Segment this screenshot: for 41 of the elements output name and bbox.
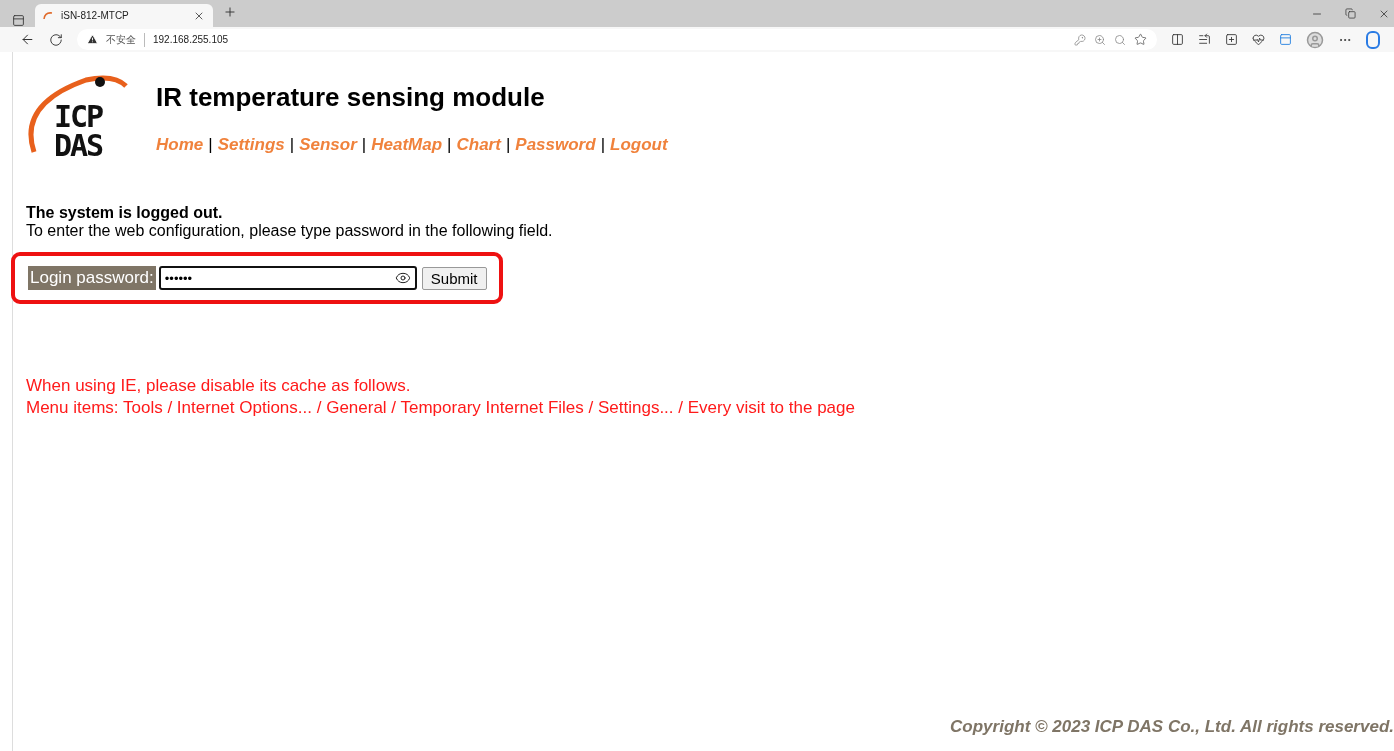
favicon-icon xyxy=(43,10,53,21)
status-heading: The system is logged out. xyxy=(26,204,224,222)
reload-icon[interactable] xyxy=(49,32,63,47)
status-message: To enter the web configuration, please type password in the following field. xyxy=(26,222,554,240)
nav-link[interactable]: Chart xyxy=(456,135,501,155)
cache-note: When using IE, please disable its cache as follows. xyxy=(26,376,412,396)
nav-separator: | xyxy=(289,135,295,155)
nav-link[interactable]: Home xyxy=(156,135,204,155)
nav-separator: | xyxy=(447,135,452,155)
back-icon[interactable] xyxy=(20,32,35,47)
page-title: IR temperature sensing module xyxy=(156,82,546,113)
browser-tab[interactable]: iSN-812-MTCP xyxy=(35,4,213,27)
password-field[interactable]: •••••• xyxy=(158,266,417,290)
nav-link[interactable]: Sensor xyxy=(299,135,357,155)
logo: ICP DAS xyxy=(26,74,130,162)
collections-icon[interactable] xyxy=(1225,33,1238,46)
tab-actions-icon[interactable] xyxy=(12,14,25,27)
cache-note: Menu items: Tools / Internet Options... / General / Temporary Internet Files / Settings... / Every visit to the page xyxy=(26,398,856,418)
show-password-icon[interactable] xyxy=(394,270,411,286)
nav-link[interactable]: Password xyxy=(515,135,596,155)
zoom-icon[interactable] xyxy=(1094,33,1106,46)
nav-separator: | xyxy=(600,135,606,155)
security-label: 不安全 xyxy=(106,32,145,47)
nav-separator: | xyxy=(361,135,367,155)
nav-separator: | xyxy=(505,135,511,155)
nav-link[interactable]: Settings xyxy=(217,135,285,155)
restore-icon[interactable] xyxy=(1345,7,1356,19)
favorite-icon[interactable] xyxy=(1134,33,1147,46)
password-label: Login password: xyxy=(28,266,156,290)
split-screen-icon[interactable] xyxy=(1171,33,1184,46)
profile-icon[interactable] xyxy=(1306,30,1324,49)
nav-separator: | xyxy=(208,135,213,155)
address-bar[interactable]: 不安全 192.168.255.105 xyxy=(77,29,1157,50)
submit-button[interactable]: Submit xyxy=(421,266,487,290)
favorites-icon[interactable] xyxy=(1198,33,1211,46)
address-text: 192.168.255.105 xyxy=(153,34,229,45)
nav-link[interactable]: HeatMap xyxy=(371,135,443,155)
copyright-text: Copyright © 2023 ICP DAS Co., Ltd. All rights reserved. xyxy=(950,717,1394,737)
health-icon[interactable] xyxy=(1252,33,1265,46)
warning-icon xyxy=(87,34,98,45)
nav-link[interactable]: Logout xyxy=(610,135,668,155)
